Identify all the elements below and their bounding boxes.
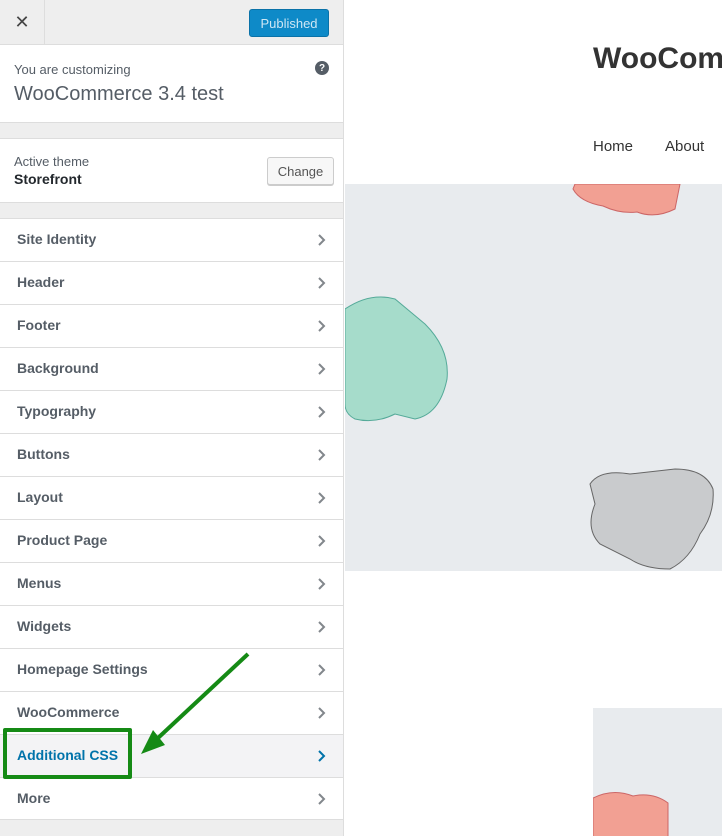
section-label: Typography <box>17 403 97 419</box>
chevron-right-icon <box>318 578 326 590</box>
section-label: Header <box>17 274 65 290</box>
chevron-right-icon <box>318 664 326 676</box>
hoodie-illustration <box>345 183 714 570</box>
nav-link-home[interactable]: Home <box>593 138 633 155</box>
site-name-title: WooCommerce 3.4 test <box>14 83 224 105</box>
section-label: More <box>17 790 51 806</box>
chevron-right-icon <box>318 363 326 375</box>
product-card-image[interactable] <box>592 708 722 836</box>
section-background[interactable]: Background <box>0 347 343 390</box>
section-label: Footer <box>17 317 61 333</box>
chevron-right-icon <box>318 621 326 633</box>
section-label: Widgets <box>17 618 72 634</box>
chevron-right-icon <box>318 234 326 246</box>
published-button[interactable]: Published <box>249 9 329 37</box>
change-theme-button[interactable]: Change <box>267 157 334 185</box>
section-label: Background <box>17 360 99 376</box>
section-homepage-settings[interactable]: Homepage Settings <box>0 648 343 691</box>
section-site-identity[interactable]: Site Identity <box>0 218 343 261</box>
section-header[interactable]: Header <box>0 261 343 304</box>
chevron-right-icon <box>318 535 326 547</box>
customizer-sidebar: ✕ Published You are customizing WooComme… <box>0 0 344 836</box>
section-label: Homepage Settings <box>17 661 148 677</box>
active-theme-label: Active theme <box>14 154 90 169</box>
nav-link-about[interactable]: About <box>665 138 704 155</box>
section-label: Product Page <box>17 532 108 548</box>
chevron-right-icon <box>318 707 326 719</box>
site-title[interactable]: WooComm <box>593 42 722 76</box>
hero-banner <box>345 183 722 571</box>
section-typography[interactable]: Typography <box>0 390 343 433</box>
site-preview: WooComm Home About <box>345 0 722 836</box>
section-label: Site Identity <box>17 231 97 247</box>
section-layout[interactable]: Layout <box>0 476 343 519</box>
chevron-right-icon <box>318 320 326 332</box>
chevron-right-icon <box>318 449 326 461</box>
section-label: WooCommerce <box>17 704 120 720</box>
help-icon[interactable]: ? <box>315 61 329 75</box>
section-product-page[interactable]: Product Page <box>0 519 343 562</box>
close-icon[interactable]: ✕ <box>0 0 45 45</box>
customizing-info: You are customizing WooCommerce 3.4 test… <box>0 45 343 123</box>
active-theme-panel: Active theme Storefront Change <box>0 138 343 203</box>
chevron-right-icon <box>318 277 326 289</box>
chevron-right-icon <box>318 406 326 418</box>
annotation-highlight-box <box>3 728 132 779</box>
chevron-right-icon <box>318 793 326 805</box>
section-label: Layout <box>17 489 63 505</box>
customizing-label: You are customizing <box>14 62 131 77</box>
section-widgets[interactable]: Widgets <box>0 605 343 648</box>
section-buttons[interactable]: Buttons <box>0 433 343 476</box>
section-footer[interactable]: Footer <box>0 304 343 347</box>
section-label: Menus <box>17 575 62 591</box>
active-theme-name: Storefront <box>14 171 82 187</box>
section-more[interactable]: More <box>0 777 343 820</box>
chevron-right-icon <box>318 750 326 762</box>
section-label: Buttons <box>17 446 70 462</box>
customizer-header: ✕ Published <box>0 0 343 45</box>
chevron-right-icon <box>318 492 326 504</box>
hoodie-illustration <box>592 792 669 836</box>
section-menus[interactable]: Menus <box>0 562 343 605</box>
